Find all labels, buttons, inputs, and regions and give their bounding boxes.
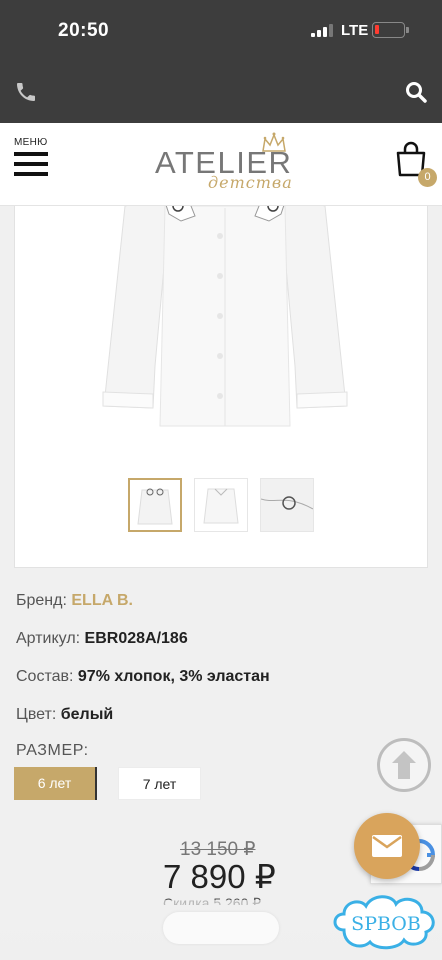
network-type: LTE: [341, 22, 369, 39]
status-time: 20:50: [58, 20, 110, 41]
cart-button[interactable]: 0: [395, 141, 440, 189]
menu-label: МЕНЮ: [14, 137, 48, 148]
bottom-address-pill[interactable]: [163, 912, 279, 944]
product-main-image[interactable]: [85, 206, 365, 436]
thumbnail-strip: [128, 478, 318, 534]
scroll-to-top-button[interactable]: [377, 738, 431, 792]
thumbnail-2[interactable]: [194, 478, 248, 532]
logo-sub-text: детства: [208, 173, 293, 192]
thumbnail-1[interactable]: [128, 478, 182, 532]
spbob-watermark: SPBOB: [333, 895, 435, 950]
site-logo[interactable]: ATELIER детства: [155, 131, 295, 201]
composition-row: Состав: 97% хлопок, 3% эластан: [16, 668, 270, 686]
product-gallery: [14, 206, 428, 568]
sku-value: EBR028A/186: [84, 630, 188, 647]
color-value: белый: [60, 706, 114, 723]
current-price: 7 890 ₽: [163, 858, 276, 895]
color-label: Цвет:: [16, 706, 57, 723]
mail-icon: [372, 835, 402, 857]
battery-icon: [372, 22, 409, 38]
brand-link[interactable]: ELLA B.: [71, 592, 133, 609]
top-bar: [0, 60, 442, 123]
size-option-6[interactable]: 6 лет: [14, 767, 97, 800]
composition-label: Состав:: [16, 668, 74, 685]
color-row: Цвет: белый: [16, 706, 113, 724]
search-icon[interactable]: [404, 80, 428, 104]
brand-row: Бренд: ELLA B.: [16, 592, 133, 610]
contact-mail-button[interactable]: [354, 813, 420, 879]
menu-button[interactable]: МЕНЮ: [14, 137, 54, 187]
status-bar: 20:50 LTE: [0, 0, 442, 60]
sku-label: Артикул:: [16, 630, 81, 647]
size-label: РАЗМЕР:: [16, 742, 89, 759]
arrow-up-icon: [392, 751, 416, 779]
site-header: МЕНЮ ATELIER детства 0: [0, 123, 442, 206]
thumbnail-3[interactable]: [260, 478, 314, 532]
signal-icon: [311, 24, 333, 37]
size-option-7[interactable]: 7 лет: [118, 767, 201, 800]
spbob-text: SPBOB: [351, 913, 421, 935]
hamburger-icon: [14, 152, 54, 176]
cart-count-badge: 0: [418, 168, 437, 187]
crown-icon: [262, 132, 286, 152]
phone-icon[interactable]: [14, 80, 38, 104]
sku-row: Артикул: EBR028A/186: [16, 630, 188, 648]
brand-label: Бренд:: [16, 592, 67, 609]
composition-value: 97% хлопок, 3% эластан: [77, 668, 270, 685]
